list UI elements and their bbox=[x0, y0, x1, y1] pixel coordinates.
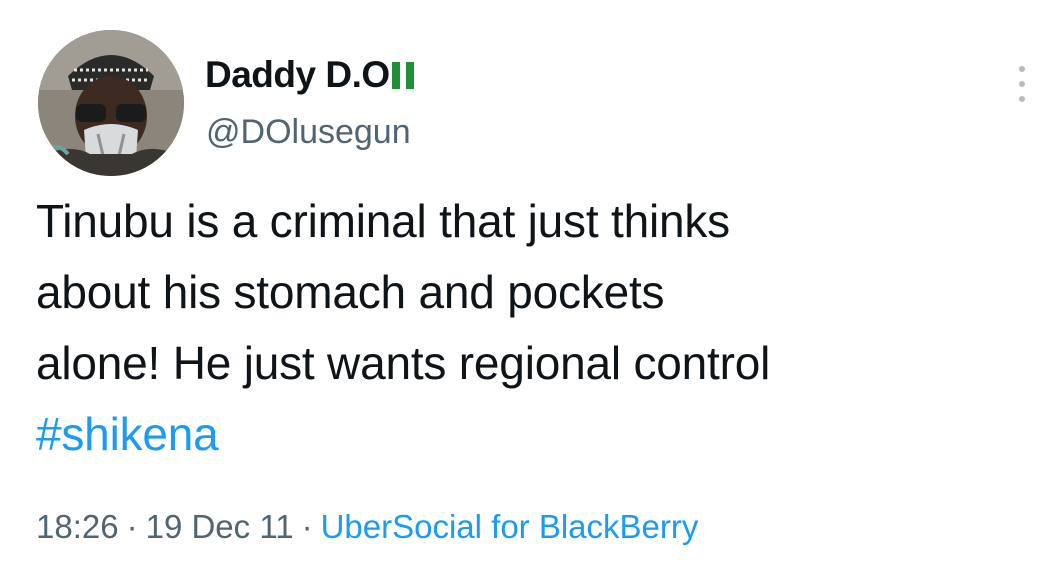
display-name-row[interactable]: Daddy D.O bbox=[205, 52, 414, 98]
tweet-text-line: alone! He just wants regional control bbox=[36, 337, 771, 389]
tweet-date[interactable]: 19 Dec 11 bbox=[146, 508, 294, 545]
more-vertical-icon[interactable] bbox=[1010, 60, 1034, 108]
tweet-time[interactable]: 18:26 bbox=[36, 508, 119, 545]
hashtag-link[interactable]: #shikena bbox=[36, 399, 1036, 470]
tweet-card: Daddy D.O @DOlusegun Tinubu is a crimina… bbox=[0, 0, 1057, 568]
tweet-text: Tinubu is a criminal that just thinks ab… bbox=[36, 186, 1036, 470]
avatar-image bbox=[38, 30, 184, 176]
avatar[interactable] bbox=[38, 30, 184, 176]
source-link[interactable]: UberSocial for BlackBerry bbox=[321, 508, 699, 545]
nigeria-flag-icon bbox=[391, 61, 414, 89]
tweet-text-line: about his stomach and pockets bbox=[36, 266, 665, 318]
display-name[interactable]: Daddy D.O bbox=[205, 54, 390, 96]
separator: · bbox=[301, 508, 313, 545]
tweet-meta: 18:26 · 19 Dec 11 · UberSocial for BlackBerr… bbox=[36, 508, 698, 546]
username[interactable]: @DOlusegun bbox=[206, 113, 411, 152]
tweet-text-line: Tinubu is a criminal that just thinks bbox=[36, 195, 730, 247]
separator: · bbox=[126, 508, 138, 545]
